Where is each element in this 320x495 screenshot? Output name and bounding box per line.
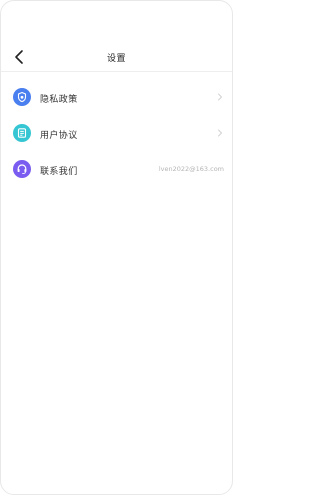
page-title: 设置 [106, 54, 126, 64]
chevron-right-icon [218, 129, 222, 137]
settings-item-label: 联系我们 [40, 167, 78, 177]
user-agreement-icon [13, 124, 31, 142]
settings-list: 隐私政策 用户协议 联系我们 lven2022@163.com [1, 83, 232, 191]
phone-screen: 设置 隐私政策 用户协议 联系我们 lven2022@163.com [0, 0, 233, 495]
contact-headset-icon [13, 160, 31, 178]
settings-item-label: 用户协议 [40, 131, 78, 141]
settings-item-user-agreement[interactable]: 用户协议 [1, 119, 232, 155]
privacy-shield-icon [13, 88, 31, 106]
settings-item-label: 隐私政策 [40, 95, 78, 105]
settings-item-privacy-policy[interactable]: 隐私政策 [1, 83, 232, 119]
chevron-right-icon [218, 93, 222, 101]
navigation-bar: 设置 [1, 43, 232, 72]
settings-item-contact-us[interactable]: 联系我们 lven2022@163.com [1, 155, 232, 191]
contact-email: lven2022@163.com [158, 165, 224, 173]
